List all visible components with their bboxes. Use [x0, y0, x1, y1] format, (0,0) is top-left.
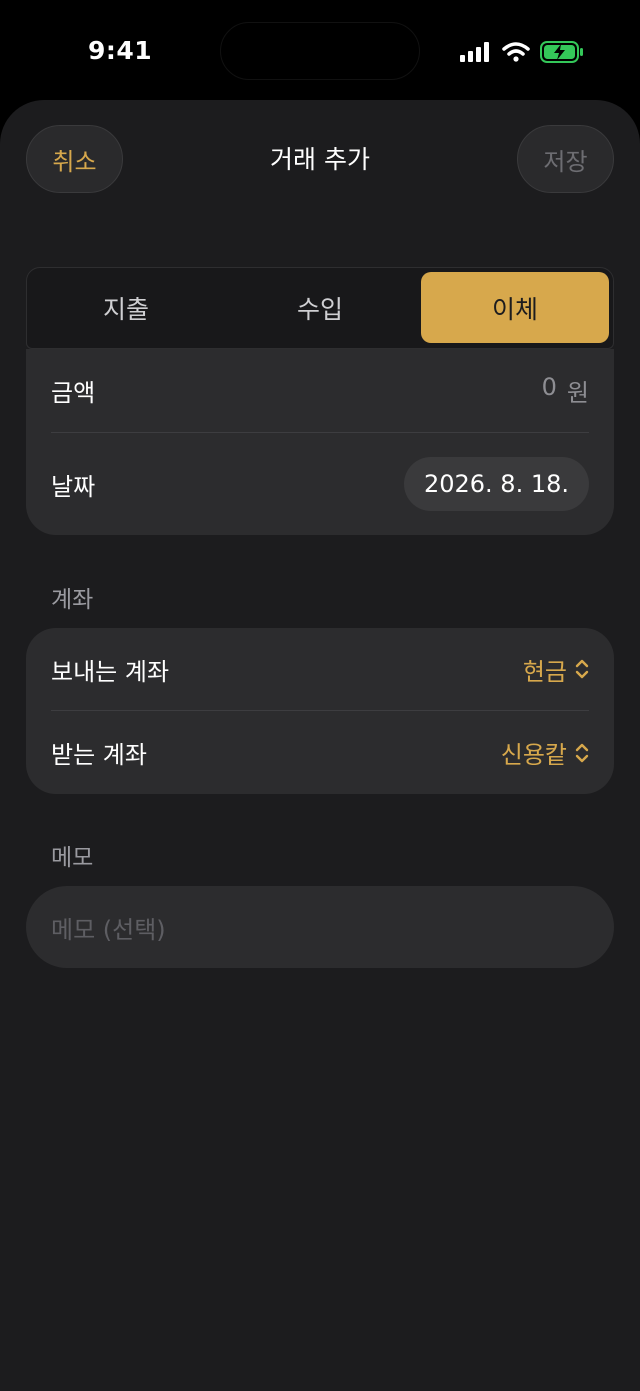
- accounts-group: 보내는 계좌 현금 받는 계좌 신용캍: [26, 628, 614, 794]
- add-transaction-sheet: 취소 거래 추가 저장 지출 수입 이체 금액 0 원 날짜 2026. 8. …: [0, 100, 640, 1391]
- segment-income[interactable]: 수입: [223, 268, 417, 348]
- date-row: 날짜 2026. 8. 18.: [51, 433, 589, 535]
- amount-field[interactable]: 0 원: [542, 373, 589, 408]
- details-group: 금액 0 원 날짜 2026. 8. 18.: [26, 349, 614, 535]
- amount-unit: 원: [566, 379, 589, 407]
- memo-field[interactable]: 메모 (선택): [26, 886, 614, 968]
- date-picker-button[interactable]: 2026. 8. 18.: [403, 457, 589, 511]
- status-time: 9:41: [88, 36, 153, 65]
- amount-value: 0: [541, 373, 557, 401]
- amount-label: 금액: [51, 379, 96, 407]
- cellular-signal-icon: [460, 42, 489, 62]
- to-account-label: 받는 계좌: [51, 741, 147, 769]
- memo-row: 메모 (선택): [51, 886, 589, 968]
- from-account-label: 보내는 계좌: [51, 657, 170, 686]
- accounts-section-header: 계좌: [51, 587, 94, 613]
- amount-row[interactable]: 금액 0 원: [51, 349, 589, 432]
- to-account-picker[interactable]: 신용캍: [501, 735, 589, 770]
- chevron-up-down-icon: [575, 743, 589, 762]
- wifi-icon: [502, 42, 530, 62]
- dynamic-island: [220, 22, 420, 80]
- transaction-type-segmented-control: 지출 수입 이체: [26, 267, 614, 349]
- save-button[interactable]: 저장: [517, 125, 614, 193]
- segment-expense[interactable]: 지출: [29, 268, 223, 348]
- from-account-picker[interactable]: 현금: [523, 652, 589, 687]
- status-bar: 9:41: [0, 0, 640, 100]
- to-account-value: 신용캍: [500, 741, 567, 769]
- battery-charging-icon: [540, 41, 583, 63]
- memo-section-header: 메모: [51, 845, 94, 871]
- status-icons: [460, 40, 584, 64]
- memo-placeholder: 메모 (선택): [51, 915, 166, 944]
- chevron-up-down-icon: [575, 659, 589, 679]
- from-account-row: 보내는 계좌 현금: [51, 628, 589, 710]
- to-account-row: 받는 계좌 신용캍: [51, 711, 589, 794]
- date-label: 날짜: [51, 472, 96, 501]
- segment-transfer[interactable]: 이체: [421, 272, 609, 343]
- from-account-value: 현금: [522, 657, 567, 686]
